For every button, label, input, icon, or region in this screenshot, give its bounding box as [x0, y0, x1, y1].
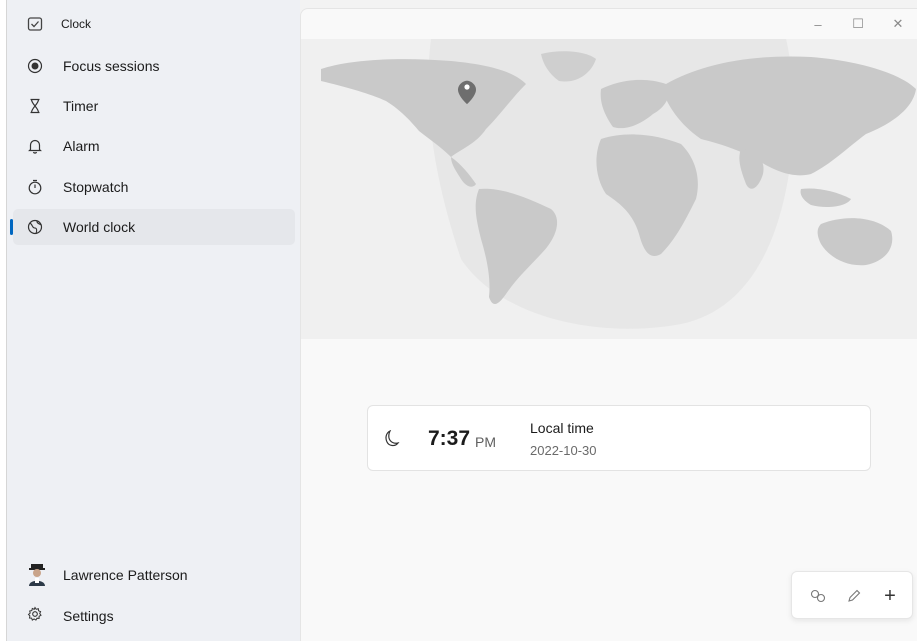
nav-item-focus-sessions[interactable]: Focus sessions [13, 48, 295, 84]
location-name: Local time [530, 420, 594, 436]
nav-item-stopwatch[interactable]: Stopwatch [13, 169, 295, 205]
world-clock-toolbar: + [791, 571, 913, 619]
nav-item-alarm[interactable]: Alarm [13, 128, 295, 164]
location-date: 2022-10-30 [530, 443, 597, 458]
nav-item-world-clock[interactable]: World clock [10, 209, 295, 245]
avatar [29, 564, 45, 586]
focus-icon [27, 58, 43, 74]
gear-icon [27, 606, 42, 621]
add-button[interactable]: + [878, 584, 902, 608]
world-clock-card[interactable]: 7:37 PM Local time 2022-10-30 [367, 405, 871, 471]
moon-icon [385, 430, 400, 447]
clock-window: Clock Focus sessions Timer Alarm Stopwat… [6, 0, 917, 641]
nav-label-timer: Timer [63, 98, 99, 114]
user-name: Lawrence Patterson [63, 567, 188, 583]
window-controls: – ☐ ✕ [798, 9, 917, 39]
compare-button[interactable] [806, 584, 830, 608]
close-button[interactable]: ✕ [878, 9, 917, 39]
clock-ampm: PM [475, 434, 496, 450]
user-account[interactable]: Lawrence Patterson [13, 558, 295, 594]
nav-label-world-clock: World clock [63, 219, 136, 235]
stopwatch-icon [28, 179, 42, 195]
nav-label-focus-sessions: Focus sessions [63, 58, 160, 74]
nav-item-timer[interactable]: Timer [13, 88, 295, 124]
clock-time: 7:37 [428, 427, 471, 450]
minimize-button[interactable]: – [798, 9, 838, 39]
app-title: Clock [61, 17, 92, 31]
world-clock-page: – ☐ ✕ 7:37 PM Local time 2022-10-30 + [300, 8, 917, 641]
globe-icon [27, 219, 43, 235]
nav-label-alarm: Alarm [63, 138, 100, 154]
maximize-button[interactable]: ☐ [838, 9, 878, 39]
hourglass-icon [30, 98, 40, 114]
clock-app-icon [27, 17, 43, 31]
pencil-icon [848, 589, 861, 602]
sidebar: Clock Focus sessions Timer Alarm Stopwat… [7, 0, 300, 641]
settings-label: Settings [63, 608, 114, 624]
compare-icon [810, 589, 826, 603]
edit-button[interactable] [842, 584, 866, 608]
selection-indicator [10, 219, 13, 235]
nav-label-stopwatch: Stopwatch [63, 179, 129, 195]
settings-button[interactable]: Settings [13, 598, 295, 634]
world-map [301, 39, 917, 339]
bell-icon [28, 139, 42, 154]
